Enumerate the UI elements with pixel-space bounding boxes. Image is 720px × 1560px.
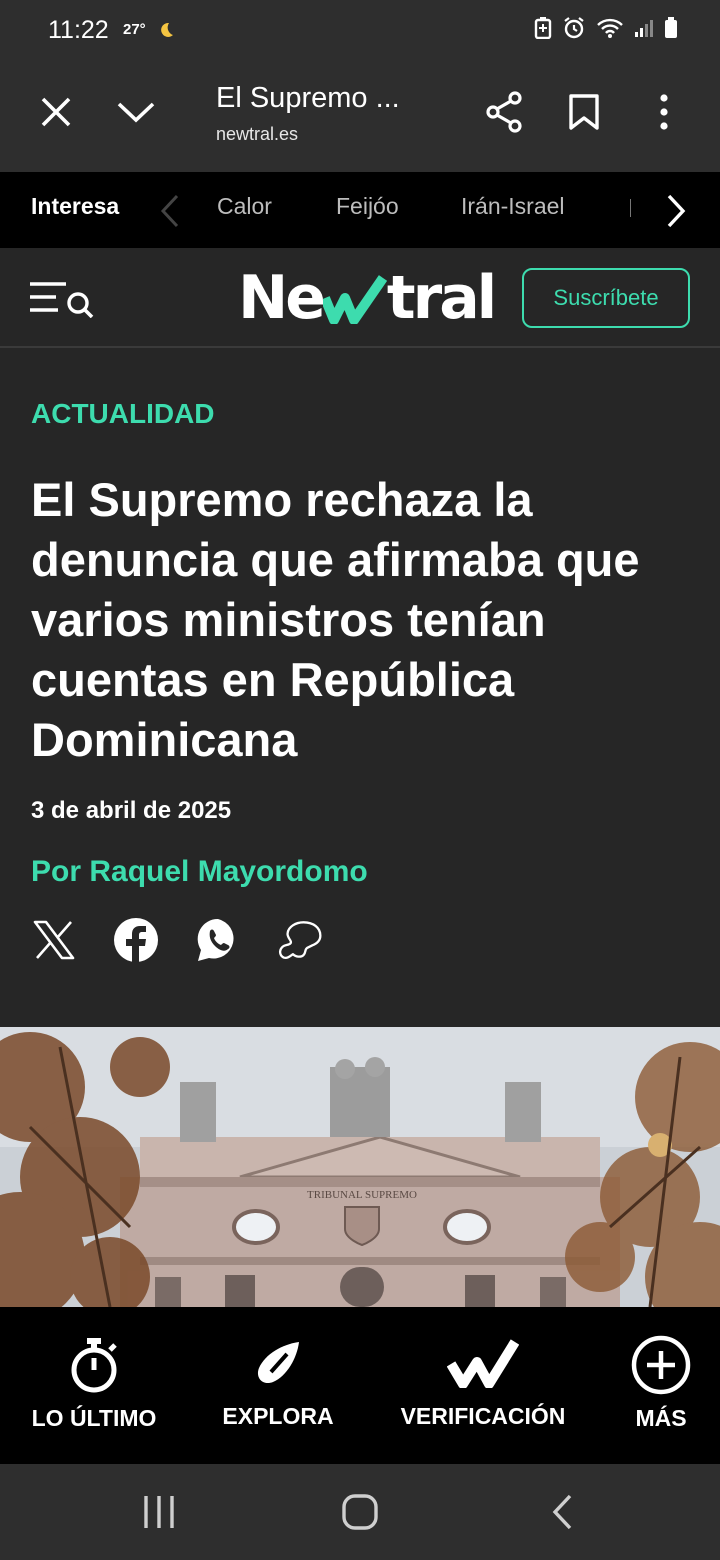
chevron-down-icon[interactable] (108, 84, 164, 140)
nav-label: MÁS (635, 1405, 687, 1431)
chevron-right-icon[interactable] (666, 194, 686, 233)
browser-toolbar: El Supremo ... newtral.es (0, 60, 720, 172)
bookmark-icon[interactable] (556, 84, 612, 140)
nav-label: LO ÚLTIMO (31, 1405, 157, 1431)
newtral-logo[interactable]: Ne tral (238, 268, 497, 328)
bluesky-icon[interactable] (277, 915, 323, 965)
topics-label: Interesa (31, 193, 120, 219)
share-icon[interactable] (476, 84, 532, 140)
signal-icon (634, 18, 654, 43)
nav-item-verificacion[interactable]: VERIFICACIÓN (392, 1307, 574, 1464)
status-bar: 11:22 27° (0, 0, 720, 60)
nav-label: EXPLORA (222, 1403, 334, 1429)
moon-icon (157, 21, 175, 44)
close-icon[interactable] (28, 84, 84, 140)
nav-item-lo-ultimo[interactable]: LO ÚLTIMO (22, 1307, 166, 1464)
supreme-court-building-image: TRIBUNAL SUPREMO (0, 1027, 720, 1307)
chevron-left-icon[interactable] (160, 194, 180, 233)
x-icon[interactable] (31, 915, 77, 965)
article-headline: El Supremo rechaza la denuncia que afirm… (31, 473, 640, 766)
page-title[interactable]: El Supremo ... (216, 82, 400, 115)
nav-item-explora[interactable]: EXPLORA (210, 1307, 346, 1464)
share-row (31, 915, 323, 965)
nav-item-mas[interactable]: MÁS (620, 1307, 702, 1464)
site-header: Ne tral Suscríbete (0, 248, 720, 348)
whatsapp-icon[interactable] (195, 915, 241, 965)
check-icon (447, 1333, 519, 1393)
recent-apps-icon[interactable] (134, 1490, 184, 1534)
status-temperature: 27° (123, 21, 146, 38)
facebook-icon[interactable] (113, 915, 159, 965)
status-time: 11:22 (48, 16, 109, 44)
article-category[interactable]: ACTUALIDAD (31, 398, 215, 430)
plus-circle-icon (631, 1335, 691, 1395)
topics-bar: Interesa Calor Feijóo Irán-Israel (0, 172, 720, 248)
system-navigation-bar (0, 1464, 720, 1560)
battery-saver-icon (534, 17, 552, 44)
stopwatch-icon (68, 1335, 120, 1395)
bottom-navigation: LO ÚLTIMO EXPLORA VERIFICACIÓN MÁS (0, 1307, 720, 1464)
article-photo[interactable]: TRIBUNAL SUPREMO (0, 1027, 720, 1307)
article-author[interactable]: Por Raquel Mayordomo (31, 855, 368, 889)
topic-item[interactable]: Feijóo (336, 193, 399, 220)
alarm-icon (562, 16, 586, 45)
topic-item[interactable]: Calor (217, 193, 272, 220)
page-url[interactable]: newtral.es (216, 124, 298, 145)
photo-inscription: TRIBUNAL SUPREMO (307, 1189, 417, 1201)
back-icon[interactable] (537, 1490, 587, 1534)
battery-icon (664, 17, 678, 44)
compass-icon (253, 1333, 303, 1393)
subscribe-button[interactable]: Suscríbete (522, 268, 690, 328)
topic-divider (630, 199, 631, 217)
nav-label: VERIFICACIÓN (400, 1403, 566, 1429)
article-date: 3 de abril de 2025 (31, 797, 232, 824)
topic-item[interactable]: Irán-Israel (461, 193, 565, 220)
home-icon[interactable] (335, 1490, 385, 1534)
more-vert-icon[interactable] (636, 84, 692, 140)
logo-check-icon (322, 275, 387, 324)
menu-search-icon[interactable] (28, 278, 96, 323)
wifi-icon (596, 17, 624, 44)
